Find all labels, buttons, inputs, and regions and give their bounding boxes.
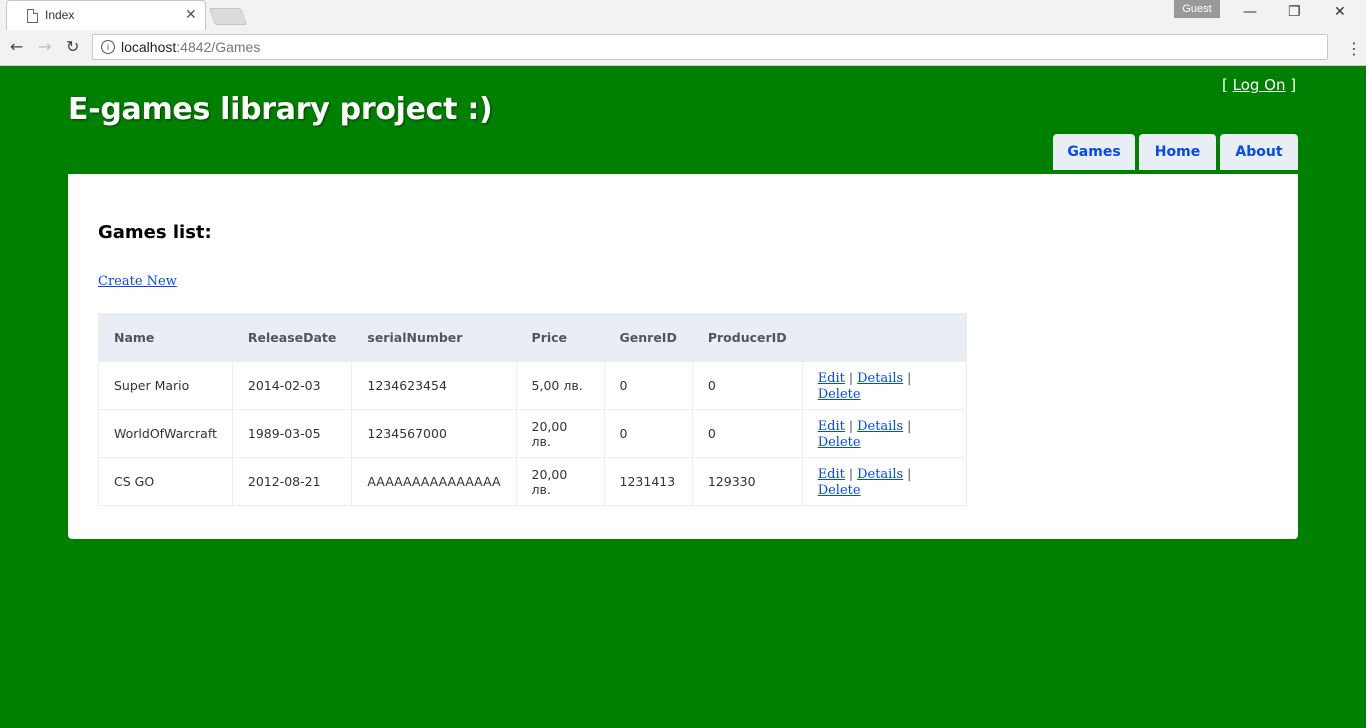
site-title: E-games library project :) [68,92,493,127]
column-header-price: Price [515,313,605,362]
cell-release-date: 2012-08-21 [231,457,353,506]
login-bracket-open: [ [1222,76,1233,94]
minimize-icon[interactable]: — [1243,4,1257,20]
column-header-genre-id: GenreID [603,313,693,362]
document-icon [27,9,38,23]
page-heading: Games list: [98,222,212,243]
edit-link[interactable]: Edit [818,371,845,386]
link-separator: | [907,369,912,385]
tab-close-icon[interactable]: ✕ [185,6,197,23]
back-arrow-icon[interactable]: ← [10,37,23,56]
cell-producer-id: 0 [691,361,803,410]
tab-title: Index [45,8,75,22]
edit-link[interactable]: Edit [818,419,845,434]
menu-tab-home[interactable]: Home [1139,134,1216,170]
cell-serial-number: 1234623454 [351,361,517,410]
cell-price: 5,00 лв. [515,361,605,410]
forward-arrow-icon[interactable]: → [38,37,51,56]
login-bracket-close: ] [1285,76,1297,94]
link-separator: | [848,465,854,481]
delete-link[interactable]: Delete [818,435,861,450]
details-link[interactable]: Details [857,467,903,482]
url-text[interactable]: localhost:4842/Games [121,39,260,55]
cell-genre-id: 0 [603,409,693,458]
close-window-icon[interactable]: ✕ [1334,4,1346,20]
table-header-row: Name ReleaseDate serialNumber Price Genr… [98,313,967,362]
cell-price: 20,00 лв. [515,409,605,458]
cell-serial-number: 1234567000 [351,409,517,458]
table-row: CS GO 2012-08-21 AAAAAAAAAAAAAAA 20,00 л… [98,457,967,506]
browser-menu-icon[interactable]: ⋮ [1346,39,1362,58]
cell-producer-id: 0 [691,409,803,458]
column-header-name: Name [98,313,233,362]
cell-name: Super Mario [98,361,233,410]
cell-actions: Edit | Details | Delete [801,457,967,506]
url-host: localhost [121,39,177,55]
column-header-serial-number: serialNumber [351,313,517,362]
details-link[interactable]: Details [857,419,903,434]
table-row: WorldOfWarcraft 1989-03-05 1234567000 20… [98,409,967,458]
cell-name: CS GO [98,457,233,506]
link-separator: | [907,417,912,433]
info-icon[interactable]: i [101,40,115,54]
restore-icon[interactable]: ❐ [1288,4,1301,20]
cell-genre-id: 0 [603,361,693,410]
link-separator: | [848,369,854,385]
menu-tab-games[interactable]: Games [1053,134,1135,170]
new-tab-button[interactable] [208,8,248,25]
details-link[interactable]: Details [857,371,903,386]
delete-link[interactable]: Delete [818,387,861,402]
table-row: Super Mario 2014-02-03 1234623454 5,00 л… [98,361,967,410]
edit-link[interactable]: Edit [818,467,845,482]
main-content: Games list: Create New Name ReleaseDate … [68,174,1298,539]
games-table: Name ReleaseDate serialNumber Price Genr… [98,313,967,506]
cell-release-date: 2014-02-03 [231,361,353,410]
address-bar[interactable]: i localhost:4842/Games [92,34,1328,60]
delete-link[interactable]: Delete [818,483,861,498]
cell-serial-number: AAAAAAAAAAAAAAA [351,457,517,506]
url-path: :4842/Games [176,39,261,55]
address-toolbar: ← → ↻ i localhost:4842/Games ⋮ [0,30,1366,66]
column-header-release-date: ReleaseDate [231,313,353,362]
menu-tab-about[interactable]: About [1220,134,1298,170]
column-header-producer-id: ProducerID [691,313,803,362]
create-new-link[interactable]: Create New [98,274,177,289]
cell-release-date: 1989-03-05 [231,409,353,458]
cell-actions: Edit | Details | Delete [801,409,967,458]
browser-tab[interactable]: Index ✕ [6,0,206,30]
profile-badge[interactable]: Guest [1174,0,1220,18]
cell-price: 20,00 лв. [515,457,605,506]
link-separator: | [907,465,912,481]
log-on-link[interactable]: Log On [1233,76,1286,94]
cell-actions: Edit | Details | Delete [801,361,967,410]
cell-name: WorldOfWarcraft [98,409,233,458]
cell-genre-id: 1231413 [603,457,693,506]
column-header-actions [801,313,967,362]
login-display: [ Log On ] [1222,76,1296,94]
reload-icon[interactable]: ↻ [66,37,79,56]
cell-producer-id: 129330 [691,457,803,506]
link-separator: | [848,417,854,433]
browser-tab-strip: Index ✕ Guest — ❐ ✕ [0,0,1366,30]
